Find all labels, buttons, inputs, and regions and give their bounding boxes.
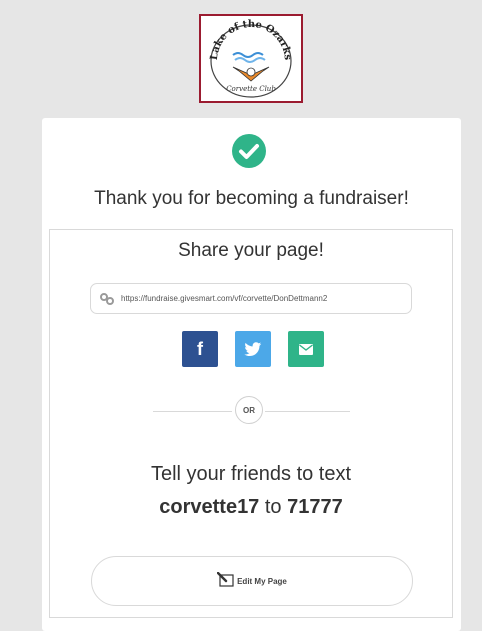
text-shortcode: 71777 bbox=[287, 496, 343, 518]
edit-icon bbox=[217, 571, 234, 587]
or-badge: OR bbox=[235, 396, 263, 424]
or-divider: OR bbox=[153, 396, 350, 426]
twitter-share-button[interactable] bbox=[235, 331, 271, 367]
edit-my-page-label: Edit My Page bbox=[237, 576, 287, 586]
logo-bottom-text: Corvette Club bbox=[226, 85, 276, 93]
club-logo-image: Lake of the Ozarks Corvette Club bbox=[209, 19, 293, 98]
edit-my-page-button[interactable]: Edit My Page bbox=[91, 556, 413, 606]
divider-line bbox=[153, 411, 232, 412]
text-keyword: corvette17 bbox=[159, 496, 260, 518]
social-share-buttons: f bbox=[182, 331, 324, 367]
page-title: Thank you for becoming a fundraiser! bbox=[94, 188, 409, 209]
fundraiser-url-field[interactable]: https://fundraise.givesmart.com/vf/corve… bbox=[90, 283, 412, 314]
confirmation-card: Thank you for becoming a fundraiser! Sha… bbox=[42, 118, 461, 631]
text-connector: to bbox=[259, 496, 288, 518]
email-share-button[interactable] bbox=[288, 331, 324, 367]
twitter-icon bbox=[244, 341, 262, 356]
facebook-icon: f bbox=[197, 338, 203, 359]
fundraiser-url-text: https://fundraise.givesmart.com/vf/corve… bbox=[121, 294, 328, 303]
facebook-share-button[interactable]: f bbox=[182, 331, 218, 367]
share-title: Share your page! bbox=[178, 240, 324, 261]
email-icon bbox=[299, 343, 313, 355]
link-icon bbox=[100, 292, 114, 305]
check-circle-icon bbox=[232, 134, 266, 168]
club-logo: Lake of the Ozarks Corvette Club bbox=[199, 14, 303, 103]
text-instructions: Tell your friends to text bbox=[150, 463, 352, 485]
share-panel: Share your page! https://fundraise.gives… bbox=[49, 229, 453, 618]
text-keyword-line: corvette17 to 71777 bbox=[50, 496, 452, 519]
divider-line bbox=[265, 411, 350, 412]
